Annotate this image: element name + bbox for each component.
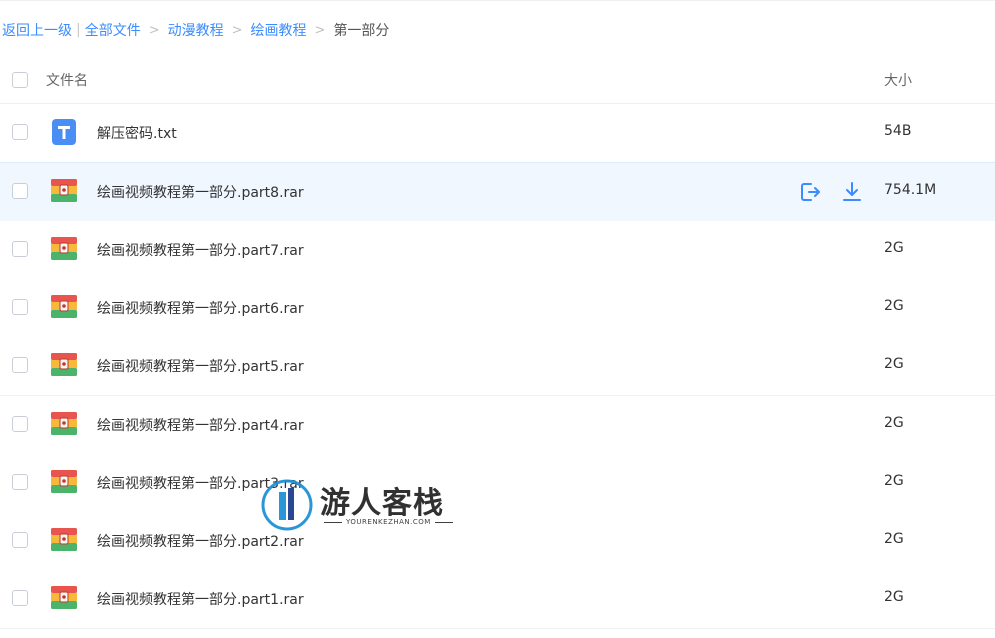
file-row[interactable]: 绘画视频教程第一部分.part1.rar 2G [0,570,995,630]
breadcrumb-separator: > [314,22,326,38]
column-header-size[interactable]: 大小 [884,70,912,90]
file-row[interactable]: 绘画视频教程第一部分.part4.rar 2G [0,395,995,455]
archive-file-icon [51,179,77,203]
archive-file-icon [51,586,77,610]
file-name[interactable]: 绘画视频教程第一部分.part4.rar [97,415,304,435]
file-name[interactable]: 绘画视频教程第一部分.part5.rar [97,356,304,376]
archive-file-icon [51,236,77,260]
watermark-subtitle-text: YOURENKEZHAN.COM [346,518,431,526]
archive-file-icon [51,294,77,318]
file-size: 2G [884,239,904,256]
file-row[interactable]: 解压密码.txt 54B [0,104,995,163]
file-row[interactable]: 绘画视频教程第一部分.part6.rar 2G [0,278,995,338]
breadcrumb-divider: | [76,22,81,38]
watermark-subtitle: YOURENKEZHAN.COM [320,518,457,526]
breadcrumb-all-files-link[interactable]: 全部文件 [85,20,141,40]
text-file-icon [52,119,76,145]
archive-file-icon [51,469,77,493]
row-checkbox[interactable] [12,183,28,200]
breadcrumb: 返回上一级 | 全部文件 > 动漫教程 > 绘画教程 > 第一部分 [2,19,389,41]
file-row[interactable]: 绘画视频教程第一部分.part5.rar 2G [0,337,995,397]
breadcrumb-level2-link[interactable]: 绘画教程 [251,20,307,40]
row-checkbox[interactable] [12,415,28,432]
file-row[interactable]: 绘画视频教程第一部分.part3.rar 2G [0,453,995,513]
file-size: 2G [884,414,904,431]
watermark-title: 游人客栈 [320,486,444,521]
row-checkbox[interactable] [12,590,28,607]
row-checkbox[interactable] [12,473,28,490]
archive-file-icon [51,411,77,435]
archive-file-icon [51,528,77,552]
file-size: 2G [884,297,904,314]
watermark: 游人客栈 YOURENKEZHAN.COM [260,478,460,532]
select-all-checkbox[interactable] [12,72,28,88]
file-name[interactable]: 绘画视频教程第一部分.part8.rar [97,182,304,202]
file-size: 2G [884,589,904,606]
file-size: 754.1M [884,182,937,199]
row-checkbox[interactable] [12,298,28,315]
breadcrumb-separator: > [231,22,243,38]
row-checkbox[interactable] [12,240,28,257]
file-table-header: 文件名 大小 [0,58,995,104]
file-row[interactable]: 绘画视频教程第一部分.part8.rar 754.1M [0,162,995,223]
file-name[interactable]: 绘画视频教程第一部分.part2.rar [97,531,304,551]
file-size: 54B [884,123,912,139]
row-checkbox[interactable] [12,357,28,374]
watermark-logo-icon [261,479,313,531]
breadcrumb-current: 第一部分 [333,23,390,39]
file-size: 2G [884,472,904,489]
breadcrumb-back-link[interactable]: 返回上一级 [2,20,72,40]
top-divider [0,0,995,1]
file-name[interactable]: 解压密码.txt [97,123,177,143]
breadcrumb-level1-link[interactable]: 动漫教程 [168,20,224,40]
archive-file-icon [51,353,77,377]
file-name[interactable]: 绘画视频教程第一部分.part1.rar [97,589,304,609]
file-row[interactable]: 绘画视频教程第一部分.part2.rar 2G [0,512,995,572]
file-name[interactable]: 绘画视频教程第一部分.part6.rar [97,298,304,318]
download-icon[interactable] [840,180,864,204]
share-icon[interactable] [798,180,822,204]
row-actions [798,180,864,204]
file-size: 2G [884,531,904,548]
row-checkbox[interactable] [12,124,28,140]
row-checkbox[interactable] [12,532,28,549]
file-row[interactable]: 绘画视频教程第一部分.part7.rar 2G [0,220,995,280]
breadcrumb-separator: > [148,22,160,38]
file-size: 2G [884,356,904,373]
column-header-name[interactable]: 文件名 [46,70,88,90]
file-name[interactable]: 绘画视频教程第一部分.part7.rar [97,240,304,260]
